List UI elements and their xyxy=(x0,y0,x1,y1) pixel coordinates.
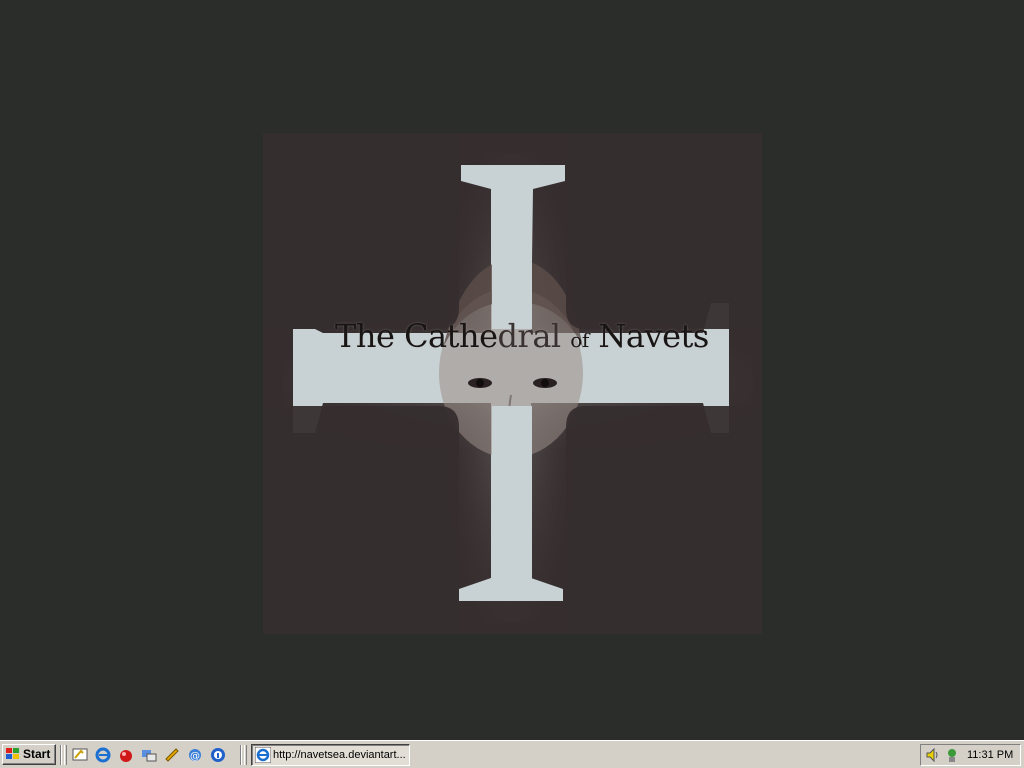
task-button-browser[interactable]: http://navetsea.deviantart... xyxy=(251,744,410,766)
network-icon[interactable] xyxy=(944,747,960,763)
start-label: Start xyxy=(23,747,51,761)
internet-explorer-icon xyxy=(255,747,271,763)
cross-artwork xyxy=(263,133,762,634)
windows-logo-icon xyxy=(6,748,19,759)
start-button[interactable]: Start xyxy=(2,744,56,765)
wallpaper-title: The Cathedral of Navets xyxy=(335,317,709,355)
svg-text:@: @ xyxy=(190,751,200,762)
transfer-icon[interactable] xyxy=(140,746,157,763)
volume-icon[interactable] xyxy=(925,747,941,763)
winamp-icon[interactable] xyxy=(163,746,180,763)
info-icon[interactable] xyxy=(209,746,226,763)
red-app-icon[interactable] xyxy=(117,746,134,763)
internet-explorer-icon[interactable] xyxy=(94,746,111,763)
toolbar-grip[interactable] xyxy=(244,745,247,765)
show-desktop-icon[interactable] xyxy=(71,746,88,763)
taskbar-separator xyxy=(60,745,62,765)
desktop-wallpaper: The Cathedral of Navets xyxy=(263,133,762,634)
clock[interactable]: 11:31 PM xyxy=(967,745,1013,765)
outlook-icon[interactable]: @ xyxy=(186,746,203,763)
system-tray: 11:31 PM xyxy=(920,744,1021,766)
task-button-label: http://navetsea.deviantart... xyxy=(273,749,406,761)
taskbar-separator xyxy=(240,745,242,765)
taskbar: Start @ http://navetsea.deviantart... 11… xyxy=(0,740,1024,768)
toolbar-grip[interactable] xyxy=(64,745,67,765)
